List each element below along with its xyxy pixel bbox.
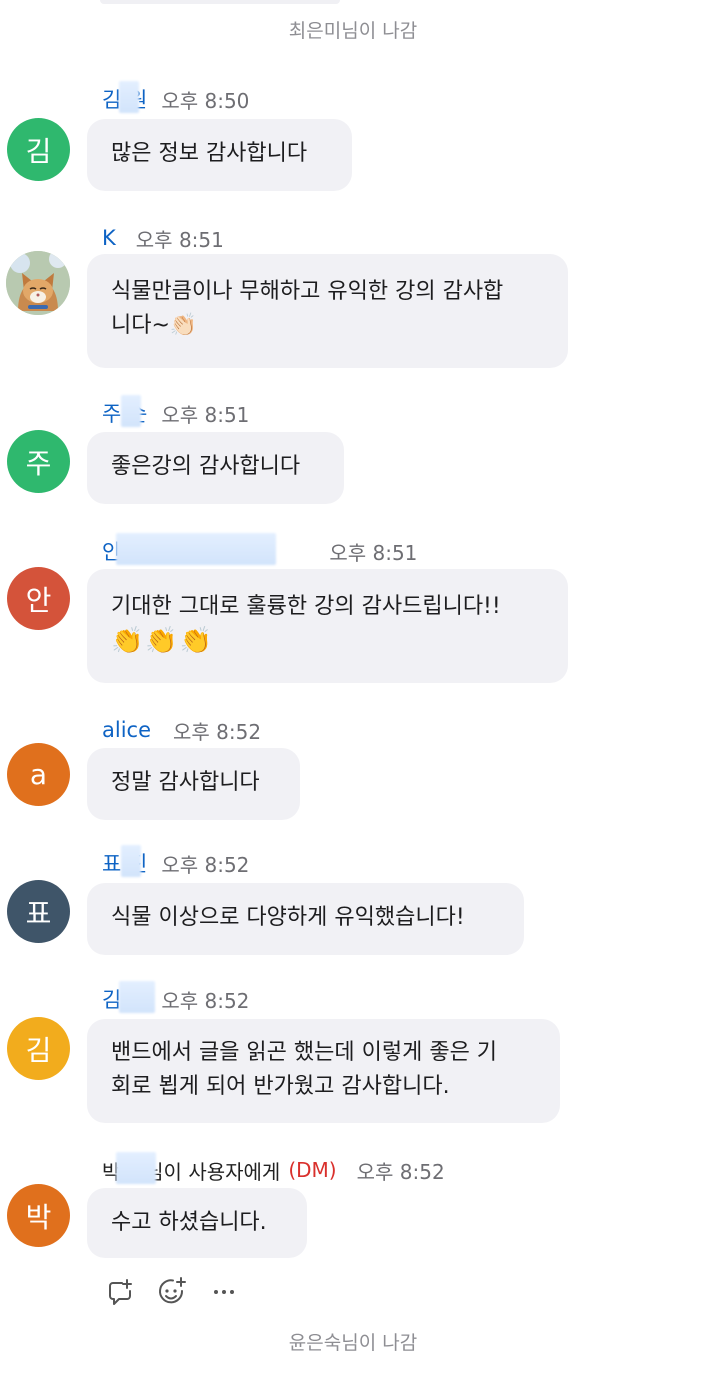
message-header: 표 진 오후 8:52 bbox=[102, 845, 250, 877]
message-bubble[interactable]: 많은 정보 감사합니다 bbox=[87, 119, 352, 191]
message-text: 밴드에서 글을 읽곤 했는데 이렇게 좋은 기 bbox=[111, 1040, 498, 1065]
message-text: 니다~👏🏻 bbox=[111, 313, 198, 338]
reply-icon[interactable] bbox=[104, 1276, 136, 1308]
system-message-left: 윤은숙님이 나감 bbox=[288, 1332, 418, 1354]
message-header: 안 관 오후 8:51 bbox=[102, 533, 418, 565]
message-time: 오후 8:52 bbox=[356, 1159, 445, 1184]
message-header: 김 주 오후 8:52 bbox=[102, 981, 250, 1013]
redaction-blur bbox=[119, 981, 155, 1013]
message-text: 기대한 그대로 훌륭한 강의 감사드립니다!! bbox=[111, 594, 501, 619]
redaction-blur bbox=[119, 81, 139, 113]
redaction-blur bbox=[121, 845, 141, 877]
redaction-blur bbox=[116, 533, 276, 565]
sender-name[interactable]: alice bbox=[102, 718, 151, 742]
add-reaction-icon[interactable] bbox=[156, 1276, 188, 1308]
message-bubble[interactable]: 식물만큼이나 무해하고 유익한 강의 감사합 니다~👏🏻 bbox=[87, 254, 568, 368]
more-options-icon[interactable] bbox=[208, 1276, 240, 1308]
sender-name[interactable]: K bbox=[102, 226, 116, 250]
message-bubble[interactable]: 정말 감사합니다 bbox=[87, 748, 300, 820]
previous-message-stub bbox=[100, 0, 340, 4]
message-bubble[interactable]: 식물 이상으로 다양하게 유익했습니다! bbox=[87, 883, 524, 955]
dm-label: (DM) bbox=[288, 1158, 337, 1182]
message-header: alice 오후 8:52 bbox=[102, 716, 261, 744]
message-text: 좋은강의 감사합니다 bbox=[111, 454, 301, 479]
cat-photo-icon bbox=[6, 251, 70, 315]
avatar[interactable]: 박 bbox=[7, 1184, 70, 1247]
avatar[interactable]: 김 bbox=[7, 1017, 70, 1080]
message-time: 오후 8:52 bbox=[161, 988, 250, 1013]
message-time: 오후 8:50 bbox=[161, 88, 250, 113]
message-bubble[interactable]: 기대한 그대로 훌륭한 강의 감사드립니다!! 👏👏👏 bbox=[87, 569, 568, 683]
message-text: 회로 뵙게 되어 반가웠고 감사합니다. bbox=[111, 1074, 450, 1099]
message-header: 박 숙님이 사용자에게 (DM) 오후 8:52 bbox=[102, 1152, 445, 1184]
message-text: 많은 정보 감사합니다 bbox=[111, 141, 308, 166]
message-text: 식물만큼이나 무해하고 유익한 강의 감사합 bbox=[111, 279, 504, 304]
message-time: 오후 8:52 bbox=[161, 852, 250, 877]
avatar[interactable] bbox=[6, 251, 70, 315]
message-time: 오후 8:51 bbox=[135, 227, 224, 252]
redaction-blur bbox=[116, 1152, 156, 1184]
avatar[interactable]: 주 bbox=[7, 430, 70, 493]
avatar[interactable]: a bbox=[7, 743, 70, 806]
avatar[interactable]: 표 bbox=[7, 880, 70, 943]
message-actions bbox=[104, 1276, 240, 1308]
message-time: 오후 8:51 bbox=[161, 402, 250, 427]
message-bubble[interactable]: 좋은강의 감사합니다 bbox=[87, 432, 344, 504]
avatar[interactable]: 안 bbox=[7, 567, 70, 630]
message-text: 수고 하셨습니다. bbox=[111, 1210, 267, 1235]
message-bubble[interactable]: 밴드에서 글을 읽곤 했는데 이렇게 좋은 기 회로 뵙게 되어 반가웠고 감사… bbox=[87, 1019, 560, 1123]
message-header: 김 원 오후 8:50 bbox=[102, 81, 250, 113]
message-header: 주 순 오후 8:51 bbox=[102, 395, 250, 427]
message-time: 오후 8:52 bbox=[173, 719, 262, 744]
message-time: 오후 8:51 bbox=[329, 540, 418, 565]
avatar[interactable]: 김 bbox=[7, 118, 70, 181]
system-message-left: 최은미님이 나감 bbox=[288, 20, 418, 42]
message-text: 정말 감사합니다 bbox=[111, 770, 260, 795]
redaction-blur bbox=[121, 395, 141, 427]
message-text: 식물 이상으로 다양하게 유익했습니다! bbox=[111, 905, 465, 930]
message-bubble[interactable]: 수고 하셨습니다. bbox=[87, 1188, 307, 1258]
message-emoji: 👏👏👏 bbox=[111, 626, 215, 656]
message-header: K 오후 8:51 bbox=[102, 224, 224, 252]
